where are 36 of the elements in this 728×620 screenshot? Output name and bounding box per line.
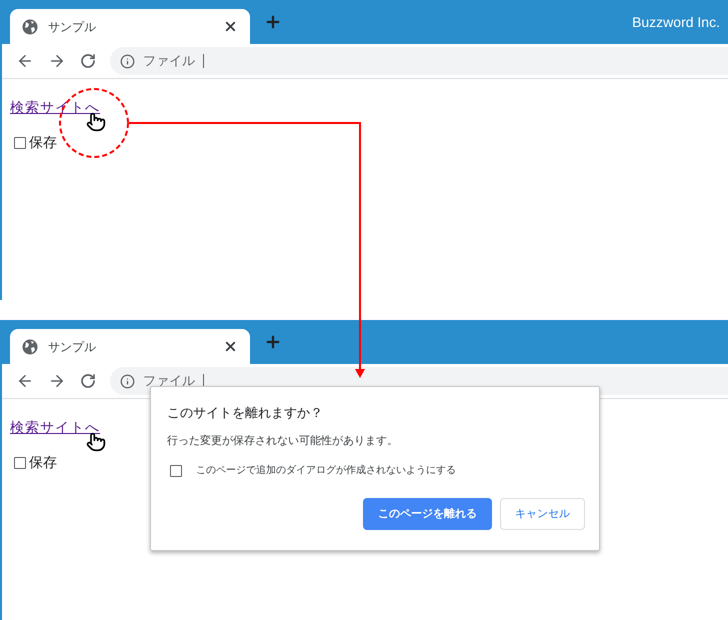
globe-icon (22, 18, 38, 34)
browser-tab[interactable]: サンプル (10, 329, 250, 364)
info-icon (120, 374, 135, 388)
hand-cursor-icon (86, 432, 106, 452)
reload-icon[interactable] (80, 373, 96, 389)
new-tab-icon[interactable] (264, 333, 282, 351)
back-icon[interactable] (16, 52, 34, 70)
close-icon[interactable] (223, 19, 238, 34)
checkbox[interactable] (170, 464, 182, 476)
reload-icon[interactable] (80, 53, 96, 69)
save-label: 保存 (29, 453, 57, 472)
cancel-button[interactable]: キャンセル (500, 498, 585, 530)
address-bar[interactable]: ファイル (110, 47, 728, 75)
tab-title: サンプル (48, 18, 97, 36)
info-icon (120, 54, 135, 68)
close-icon[interactable] (223, 339, 238, 354)
address-text: ファイル (143, 372, 195, 390)
search-site-link[interactable]: 検索サイトへ (10, 417, 100, 438)
dialog-message: 行った変更が保存されない可能性があります。 (167, 434, 399, 448)
forward-icon[interactable] (48, 372, 66, 390)
tab-title: サンプル (48, 338, 97, 356)
dialog-checkbox-label: このページで追加のダイアログが作成されないようにする (196, 464, 456, 478)
back-icon[interactable] (16, 372, 34, 390)
brand-text: Buzzword Inc. (632, 13, 720, 32)
save-label: 保存 (29, 133, 57, 152)
dialog-title: このサイトを離れますか？ (167, 404, 324, 422)
leave-page-button[interactable]: このページを離れる (363, 498, 492, 530)
new-tab-icon[interactable] (264, 13, 282, 31)
address-text: ファイル (143, 52, 195, 70)
browser-tab[interactable]: サンプル (10, 9, 250, 44)
checkbox[interactable] (14, 456, 26, 468)
forward-icon[interactable] (48, 52, 66, 70)
globe-icon (22, 338, 38, 354)
hand-cursor-icon (86, 112, 106, 132)
checkbox[interactable] (14, 136, 26, 148)
text-cursor (203, 54, 204, 68)
